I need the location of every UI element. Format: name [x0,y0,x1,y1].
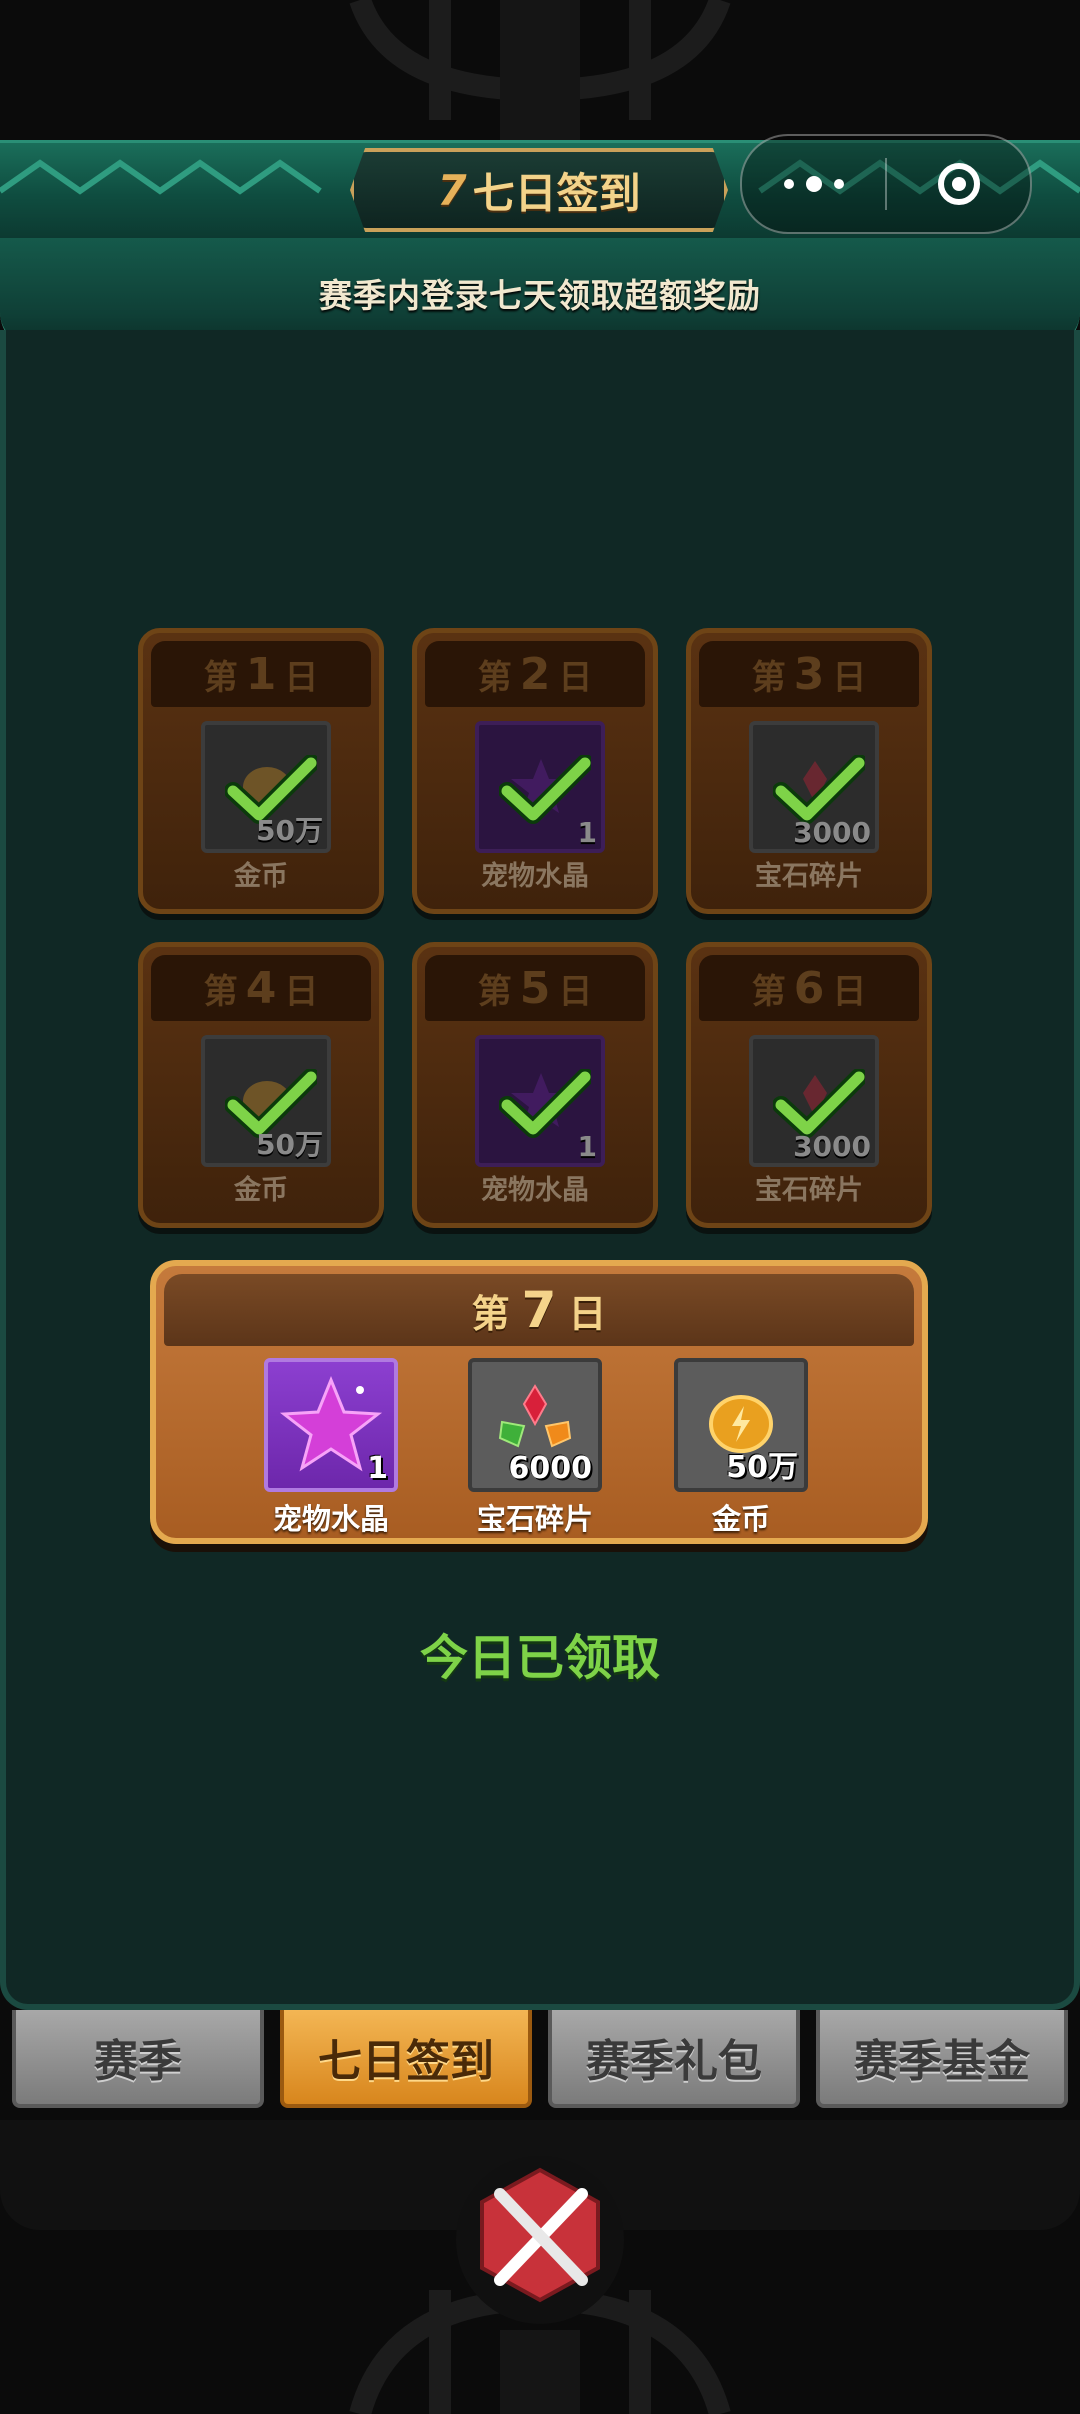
day-card-1[interactable]: 第 1 日 50万金币 [138,628,384,914]
day-number: 6 [793,962,825,1014]
reward-label: 金币 [234,1175,288,1206]
day-number: 5 [519,962,551,1014]
target-close-icon [937,163,980,205]
reward-qty: 6000 [508,1451,593,1486]
day-suffix: 日 [832,971,867,1012]
reward-gold-coin[interactable]: 50万 [674,1358,808,1492]
day-prefix: 第 [751,971,786,1012]
day-suffix: 日 [832,657,867,698]
day-header: 第6日 [699,955,919,1021]
check-icon [773,1069,865,1138]
day7-header: 第 7 日 [164,1274,914,1346]
day-prefix: 第 [477,657,512,698]
day-prefix: 第 [477,971,512,1012]
reward-label: 宠物水晶 [272,1502,389,1536]
reward-label: 宠物水晶 [481,1175,589,1206]
check-icon [773,755,865,824]
day-number: 3 [793,648,825,700]
reward-slot: 3000 [749,721,879,853]
reward-slot: 3000 [749,1035,879,1167]
day-prefix: 第 [751,657,786,698]
reward-qty: 3000 [793,1130,871,1163]
close-emblem-icon[interactable] [450,2150,630,2330]
day-card-6[interactable]: 第 6 日 3000 宝石碎片 [686,942,932,1228]
day-card-4[interactable]: 第 4 日 50万金币 [138,942,384,1228]
reward-label: 宝石碎片 [755,1175,863,1206]
reward-label: 金币 [711,1502,770,1536]
tab-seven-day-signin[interactable]: 七日签到 [280,2010,532,2108]
day-header: 第2日 [425,641,645,707]
reward-slot: 50万 [201,721,331,853]
day7-card[interactable]: 第 7 日 1 宠物水晶 6000 宝石碎片 50万 金币 [150,1260,928,1544]
reward-label: 宝石碎片 [476,1502,593,1536]
tab-season-pack[interactable]: 赛季礼包 [548,2010,800,2108]
tab-label: 赛季 [94,2036,182,2087]
reward-qty: 50万 [256,1128,323,1161]
day-suffix: 日 [284,971,319,1012]
day-suffix: 日 [284,657,319,698]
reward-label: 宠物水晶 [481,861,589,892]
more-dots-icon-right [833,179,844,189]
day-card-2[interactable]: 第 2 日 1 宠物水晶 [412,628,658,914]
day-card-3[interactable]: 第 3 日 3000 宝石碎片 [686,628,932,914]
day-number: 4 [245,962,277,1014]
day-suffix: 日 [558,657,593,698]
miniprogram-capsule [740,134,1032,234]
day-header: 第3日 [699,641,919,707]
day-suffix: 日 [558,971,593,1012]
day7-number: 7 [521,1281,557,1339]
day-prefix: 第 [203,971,238,1012]
close-button[interactable] [887,136,1030,232]
reward-qty: 50万 [256,814,323,847]
day7-prefix: 第 [471,1291,510,1336]
tab-label: 赛季礼包 [586,2036,762,2087]
reward-gem-shards[interactable]: 6000 [468,1358,602,1492]
subheader-text: 赛季内登录七天领取超额奖励 [319,276,761,315]
more-button[interactable] [742,136,885,232]
day-header: 第4日 [151,955,371,1021]
more-dots-icon-center [805,176,822,192]
more-dots-icon [783,179,794,189]
reward-qty: 1 [367,1451,388,1486]
reward-slot: 1 [475,721,605,853]
tab-label: 赛季基金 [854,2036,1030,2087]
reward-slot: 50万 [201,1035,331,1167]
reward-label: 金币 [234,861,288,892]
day-card-5[interactable]: 第 5 日 1 宠物水晶 [412,942,658,1228]
day7-suffix: 日 [568,1291,607,1336]
tab-label: 七日签到 [318,2036,494,2087]
reward-label: 宝石碎片 [755,861,863,892]
day-header: 第1日 [151,641,371,707]
title-seven-mark: 7 [437,165,467,215]
claimed-status: 今日已领取 [419,1630,660,1686]
day-number: 1 [245,648,277,700]
reward-qty: 1 [577,816,597,849]
tab-season[interactable]: 赛季 [12,2010,264,2108]
check-icon [499,755,591,824]
title-text: 七日签到 [472,168,641,218]
reward-qty: 50万 [726,1450,798,1485]
day-number: 2 [519,648,551,700]
check-icon [499,1069,591,1138]
day-header: 第5日 [425,955,645,1021]
reward-pet-crystal[interactable]: 1 [264,1358,398,1492]
reward-slot: 1 [475,1035,605,1167]
tab-season-fund[interactable]: 赛季基金 [816,2010,1068,2108]
page-title: 7 七日签到 [350,148,728,232]
day-prefix: 第 [203,657,238,698]
reward-qty: 1 [577,1130,597,1163]
reward-qty: 3000 [793,816,871,849]
